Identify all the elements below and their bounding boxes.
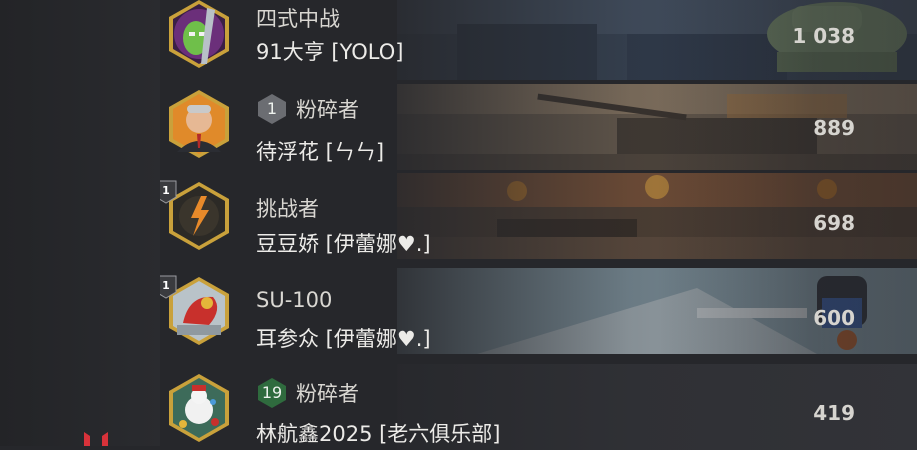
row-title-text: 粉碎者 [296, 382, 359, 406]
score-value: 1 038 [792, 24, 855, 48]
score-value: 889 [813, 116, 855, 140]
row-title: 四式中战 [256, 3, 340, 33]
row-title-text: SU-100 [256, 288, 333, 312]
player-name: 待浮花 [ㄣㄣ] [256, 140, 385, 164]
player-name: 林航鑫2025 [老六俱乐部] [256, 422, 501, 446]
medal-icon [169, 0, 229, 68]
player-name: 耳参众 [伊蕾娜♥.] [256, 327, 431, 351]
row-title-text: 粉碎者 [296, 98, 359, 122]
leaderboard-row[interactable]: 19 粉碎者 林航鑫2025 [老六俱乐部] 419 [160, 364, 917, 450]
rank-number: 1 [162, 279, 170, 292]
leaderboard-row[interactable]: 四式中战 91大亨 [YOLO] 1 038 [160, 0, 917, 80]
row-title: 挑战者 [256, 193, 319, 223]
brand-logo-icon [84, 432, 108, 446]
medal-icon [169, 374, 229, 442]
rank-badge-icon: 1 [256, 93, 288, 125]
player-name: 豆豆娇 [伊蕾娜♥.] [256, 232, 431, 256]
leaderboard-row[interactable]: 1 SU-100 耳参众 [伊蕾娜♥.] 600 [160, 268, 917, 354]
rank-badge-icon: 19 [256, 377, 288, 409]
leaderboard-list: 四式中战 91大亨 [YOLO] 1 038 1 粉碎者 待浮花 [ㄣㄣ] 88… [0, 0, 917, 450]
leaderboard-row[interactable]: 1 挑战者 豆豆娇 [伊蕾娜♥.] 698 [160, 173, 917, 259]
title-badge-number: 1 [266, 99, 278, 118]
row-title-text: 四式中战 [256, 7, 340, 31]
score-value: 698 [813, 211, 855, 235]
player-name: 91大亨 [YOLO] [256, 40, 404, 64]
medal-icon [169, 90, 229, 158]
rank-number: 1 [162, 184, 170, 197]
leaderboard-row[interactable]: 1 粉碎者 待浮花 [ㄣㄣ] 889 [160, 84, 917, 170]
row-title: 19 粉碎者 [256, 377, 359, 409]
title-badge-number: 19 [261, 383, 283, 402]
row-title: SU-100 [256, 288, 332, 312]
row-title-text: 挑战者 [256, 197, 319, 221]
row-title: 1 粉碎者 [256, 93, 359, 125]
score-value: 419 [813, 401, 855, 425]
score-value: 600 [813, 306, 855, 330]
